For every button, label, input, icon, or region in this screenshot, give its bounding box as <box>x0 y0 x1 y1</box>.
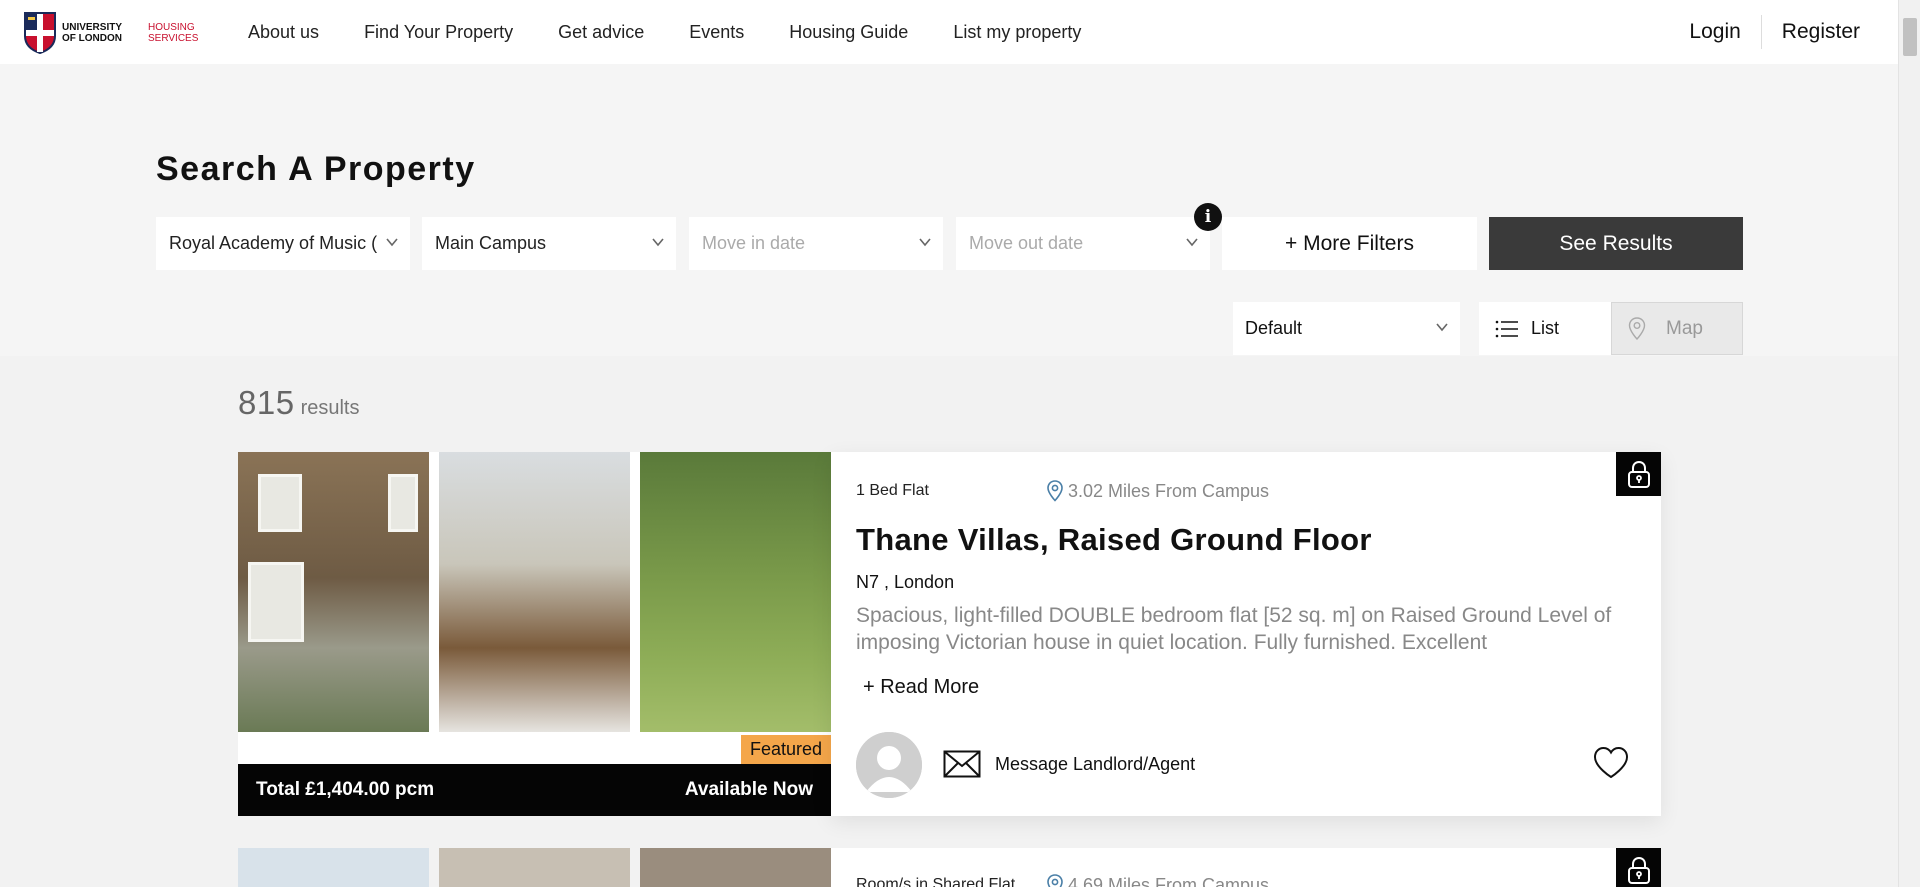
move-out-date-select[interactable]: Move out date <box>956 217 1210 270</box>
sort-select-value: Default <box>1245 318 1303 338</box>
price-bar: Total £1,404.00 pcm Available Now <box>238 764 831 816</box>
crest-icon <box>24 12 56 55</box>
institution-select[interactable]: Royal Academy of Music ( <box>156 217 410 270</box>
location-pin-icon <box>1047 874 1063 887</box>
property-photo-interior[interactable] <box>439 452 630 732</box>
login-link[interactable]: Login <box>1689 20 1740 44</box>
results-label: results <box>300 397 360 419</box>
map-pin-icon <box>1628 316 1646 340</box>
site-header: UNIVERSITY OF LONDON HOUSING SERVICES Ab… <box>0 0 1898 64</box>
property-photo-exterior[interactable] <box>238 452 429 732</box>
register-link[interactable]: Register <box>1782 20 1860 44</box>
page-scrollbar[interactable] <box>1898 0 1920 887</box>
landlord-avatar <box>856 732 922 798</box>
move-out-placeholder: Move out date <box>969 233 1084 253</box>
list-view-button[interactable]: List <box>1479 302 1611 355</box>
property-details: Room/s in Shared Flat 4.69 Miles From Ca… <box>831 848 1661 887</box>
property-distance: 4.69 Miles From Campus <box>1046 874 1269 887</box>
info-icon[interactable]: i <box>1194 203 1222 231</box>
move-in-date-select[interactable]: Move in date <box>689 217 943 270</box>
logo-org-text: UNIVERSITY OF LONDON <box>62 22 122 44</box>
property-photo[interactable] <box>640 848 831 887</box>
property-location: N7 , London <box>856 572 955 592</box>
chevron-down-icon <box>919 238 931 247</box>
nav-list-my-property[interactable]: List my property <box>953 22 1081 43</box>
property-photo[interactable] <box>238 848 429 887</box>
favorite-heart-icon[interactable] <box>1592 746 1630 785</box>
auth-divider <box>1760 15 1762 49</box>
envelope-icon <box>943 750 981 778</box>
user-avatar-icon <box>856 732 922 798</box>
campus-select-value: Main Campus <box>435 233 547 253</box>
nav-find-your-property[interactable]: Find Your Property <box>364 22 513 43</box>
sort-select[interactable]: Default <box>1233 302 1460 355</box>
property-card[interactable]: Room/s in Shared Flat 4.69 Miles From Ca… <box>238 848 1661 887</box>
nav-events[interactable]: Events <box>689 22 744 43</box>
page-title: Search A Property <box>156 150 476 188</box>
chevron-down-icon <box>1186 238 1198 247</box>
property-photo-garden[interactable] <box>640 452 831 732</box>
property-title[interactable]: Thane Villas, Raised Ground Floor <box>856 522 1372 558</box>
chevron-down-icon <box>652 238 664 247</box>
more-filters-button[interactable]: + More Filters <box>1222 217 1477 270</box>
auth-links: Login Register <box>1689 0 1860 64</box>
map-view-button[interactable]: Map <box>1611 302 1743 355</box>
map-view-label: Map <box>1666 317 1703 339</box>
institution-select-value: Royal Academy of Music ( <box>169 233 378 253</box>
featured-badge: Featured <box>741 735 831 764</box>
see-results-button[interactable]: See Results <box>1489 217 1743 270</box>
move-in-placeholder: Move in date <box>702 233 806 253</box>
price-total: Total £1,404.00 pcm <box>256 779 435 800</box>
results-number: 815 <box>238 384 295 421</box>
message-landlord-label: Message Landlord/Agent <box>995 753 1196 774</box>
list-view-label: List <box>1531 318 1560 338</box>
property-details: 1 Bed Flat 3.02 Miles From Campus Thane … <box>831 452 1661 816</box>
message-landlord-button[interactable]: Message Landlord/Agent <box>943 750 1195 778</box>
property-type: Room/s in Shared Flat <box>856 876 1016 887</box>
property-photos[interactable]: Featured Total £1,404.00 pcm Available N… <box>238 452 831 816</box>
lock-icon[interactable] <box>1616 452 1661 496</box>
logo-service-text: HOUSING SERVICES <box>148 22 199 44</box>
property-distance: 3.02 Miles From Campus <box>1046 480 1269 502</box>
nav-about-us[interactable]: About us <box>248 22 319 43</box>
property-photo[interactable] <box>439 848 630 887</box>
list-icon <box>1495 320 1518 337</box>
university-logo[interactable]: UNIVERSITY OF LONDON HOUSING SERVICES <box>24 12 208 55</box>
scrollbar-thumb[interactable] <box>1903 18 1917 56</box>
property-description: Spacious, light-filled DOUBLE bedroom fl… <box>856 604 1612 654</box>
campus-select[interactable]: Main Campus <box>422 217 676 270</box>
main-nav: About us Find Your Property Get advice E… <box>248 0 1126 64</box>
availability-status: Available Now <box>684 779 813 800</box>
property-type: 1 Bed Flat <box>856 482 929 499</box>
property-distance-text: 3.02 Miles From Campus <box>1068 480 1270 501</box>
nav-get-advice[interactable]: Get advice <box>558 22 644 43</box>
location-pin-icon <box>1047 480 1063 502</box>
chevron-down-icon <box>386 238 398 247</box>
read-more-link[interactable]: + Read More <box>863 676 979 699</box>
property-card[interactable]: Featured Total £1,404.00 pcm Available N… <box>238 452 1661 816</box>
chevron-down-icon <box>1436 323 1448 332</box>
property-distance-text: 4.69 Miles From Campus <box>1068 874 1270 887</box>
lock-icon[interactable] <box>1616 848 1661 887</box>
nav-housing-guide[interactable]: Housing Guide <box>789 22 908 43</box>
results-count: 815 results <box>238 384 359 422</box>
